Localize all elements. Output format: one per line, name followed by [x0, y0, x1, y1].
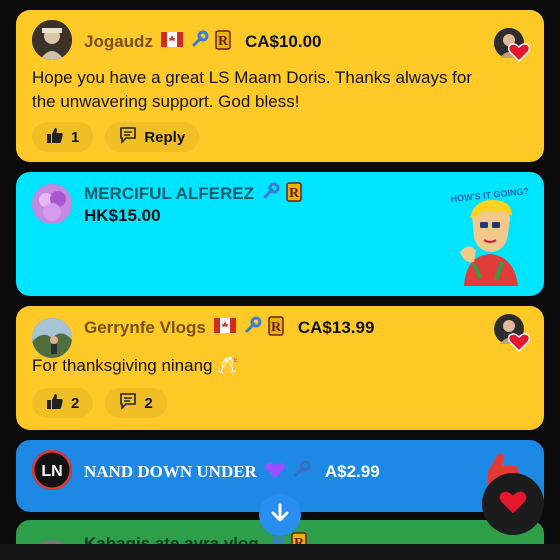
- sticker-how-is-it-going: HOW'S IT GOING?: [444, 182, 536, 286]
- like-count: 2: [71, 394, 80, 412]
- heart-icon: [499, 489, 527, 520]
- avatar[interactable]: LN: [32, 450, 72, 490]
- react-heart-button[interactable]: [482, 473, 544, 535]
- message-text: For thanksgiving ninang 🥂: [32, 356, 239, 375]
- svg-text:R: R: [218, 34, 229, 49]
- message-header: MERCIFUL ALFEREZ R: [84, 182, 302, 205]
- reply-button[interactable]: 2: [105, 388, 167, 418]
- avatar[interactable]: [32, 184, 72, 224]
- author-name[interactable]: MERCIFUL ALFEREZ: [84, 184, 254, 204]
- like-button[interactable]: 1: [32, 122, 94, 152]
- author-name[interactable]: Gerrynfe Vlogs: [84, 318, 206, 338]
- purple-heart-icon: [265, 461, 285, 483]
- canada-flag-icon: [213, 318, 236, 337]
- message-header: Jogaudz R CA$10.00: [84, 30, 322, 53]
- thumbs-up-icon: [46, 126, 64, 148]
- donation-amount: CA$10.00: [244, 31, 322, 51]
- svg-text:LN: LN: [41, 463, 62, 480]
- wrench-icon: [191, 30, 209, 53]
- heart-icon: [507, 42, 531, 67]
- reply-button[interactable]: Reply: [105, 122, 200, 152]
- message-card-merciful-alferez[interactable]: MERCIFUL ALFEREZ R HK$15.00 HOW'S IT GOI…: [16, 172, 544, 296]
- reply-count: 2: [144, 394, 153, 412]
- donation-amount: CA$13.99: [297, 317, 375, 337]
- author-name[interactable]: Jogaudz: [84, 32, 153, 52]
- avatar[interactable]: [32, 20, 72, 60]
- donation-amount: A$2.99: [324, 461, 380, 481]
- donation-amount: HK$15.00: [84, 206, 161, 225]
- like-count: 1: [71, 128, 80, 146]
- r-badge-icon: R: [215, 30, 231, 53]
- message-header: NAND DOWN UNDER A$2.99: [84, 460, 380, 483]
- message-header: Gerrynfe Vlogs R CA$13.99: [84, 316, 374, 339]
- reply-label: Reply: [144, 128, 186, 146]
- heart-icon: [507, 332, 531, 357]
- wrench-icon: [244, 316, 262, 339]
- author-name[interactable]: NAND DOWN UNDER: [84, 462, 257, 482]
- message-card-jogaudz[interactable]: Jogaudz R CA$10.00 Hope you have a great…: [16, 10, 544, 162]
- wrench-icon: [293, 460, 311, 483]
- thumbs-up-icon: [46, 392, 64, 414]
- like-button[interactable]: 2: [32, 388, 94, 418]
- bottom-bar: [0, 544, 560, 560]
- comment-icon: [119, 392, 137, 414]
- r-badge-icon: R: [286, 182, 302, 205]
- arrow-down-icon: [269, 502, 291, 529]
- scroll-down-button[interactable]: [259, 494, 301, 536]
- r-badge-icon: R: [268, 316, 284, 339]
- message-actions: 2 2: [32, 388, 167, 418]
- svg-text:R: R: [289, 186, 300, 201]
- avatar[interactable]: [32, 318, 72, 358]
- canada-flag-icon: [160, 32, 183, 51]
- message-text: Hope you have a great LS Maam Doris. Tha…: [32, 68, 473, 111]
- svg-text:R: R: [271, 320, 282, 335]
- message-actions: 1 Reply: [32, 122, 200, 152]
- message-card-gerrynfe-vlogs[interactable]: Gerrynfe Vlogs R CA$13.99 For thanksgivi…: [16, 306, 544, 430]
- wrench-icon: [262, 182, 280, 205]
- comment-icon: [119, 126, 137, 148]
